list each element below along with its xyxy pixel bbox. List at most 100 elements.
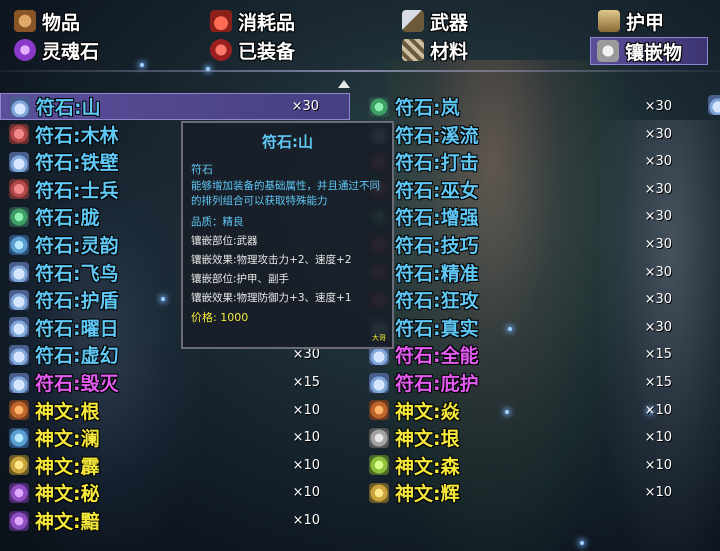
tab-soul-stones[interactable]: 灵魂石 xyxy=(14,37,99,63)
item-row[interactable]: 符石:狂攻 ×30 xyxy=(360,286,700,313)
tooltip-price-value: 1000 xyxy=(220,311,249,324)
item-row[interactable]: 符石:精准 ×30 xyxy=(360,259,700,286)
item-row[interactable]: 符石:全能 ×15 xyxy=(360,341,700,368)
item-name: 符石:胧 xyxy=(35,207,100,230)
item-row[interactable]: 符石:毁灭 ×15 xyxy=(0,369,350,396)
item-name: 符石:山 xyxy=(36,97,101,119)
rune-icon xyxy=(369,482,389,503)
tab-label: 材料 xyxy=(430,40,469,63)
rune-icon xyxy=(9,151,29,172)
item-row[interactable]: 符石:打击 ×30 xyxy=(360,148,700,175)
item-count: ×30 xyxy=(644,209,672,225)
item-row[interactable]: 神文:焱 ×10 xyxy=(360,397,700,424)
item-row[interactable]: 符石:岚 ×30 xyxy=(360,93,700,120)
item-name: 神文:黯 xyxy=(35,511,100,533)
item-row[interactable]: 神文:秘 ×10 xyxy=(0,479,350,506)
rune-icon xyxy=(9,344,29,365)
item-name: 神文:垠 xyxy=(395,428,460,451)
tab-label: 灵魂石 xyxy=(42,40,100,63)
tab-materials[interactable]: 材料 xyxy=(402,37,468,63)
item-name: 符石:士兵 xyxy=(35,179,119,202)
item-row[interactable]: 符石:山 ×30 xyxy=(0,93,350,120)
item-row[interactable]: 符石:庇护 ×15 xyxy=(360,369,700,396)
rune-icon xyxy=(9,400,29,421)
third-column-item-icon xyxy=(708,95,720,115)
item-count: ×15 xyxy=(644,347,672,363)
item-name: 神文:焱 xyxy=(395,400,460,423)
armor-icon xyxy=(598,10,620,32)
soul-stone-icon xyxy=(14,39,36,61)
tab-armor[interactable]: 护甲 xyxy=(598,8,664,34)
item-name: 符石:岚 xyxy=(395,97,460,119)
rune-icon xyxy=(9,482,29,503)
rune-icon xyxy=(9,317,29,338)
item-name: 符石:精准 xyxy=(395,262,479,285)
item-count: ×10 xyxy=(292,430,320,446)
item-count: ×10 xyxy=(292,485,320,501)
item-count: ×30 xyxy=(644,292,672,308)
item-name: 符石:全能 xyxy=(395,345,479,368)
tooltip-quality: 品质：精良 xyxy=(191,215,384,230)
item-row[interactable]: 符石:技巧 ×30 xyxy=(360,231,700,258)
rune-icon xyxy=(9,455,29,476)
tab-consumables[interactable]: 消耗品 xyxy=(210,8,295,34)
item-name: 符石:曜日 xyxy=(35,317,119,340)
item-row[interactable]: 神文:澜 ×10 xyxy=(0,424,350,451)
item-name: 符石:狂攻 xyxy=(395,290,479,313)
item-row[interactable]: 神文:根 ×10 xyxy=(0,397,350,424)
rune-icon xyxy=(9,206,29,227)
item-count: ×10 xyxy=(644,402,672,418)
item-row[interactable]: 神文:黯 ×10 xyxy=(0,507,350,534)
tab-label: 护甲 xyxy=(626,11,665,34)
tooltip-effect: 镶嵌效果:物理防御力+3、速度+1 xyxy=(191,292,352,304)
tooltip-effect: 镶嵌效果:物理攻击力+2、速度+2 xyxy=(191,254,352,266)
tab-items[interactable]: 物品 xyxy=(14,8,80,34)
item-row[interactable]: 神文:辉 ×10 xyxy=(360,479,700,506)
rune-icon xyxy=(369,96,389,117)
item-row[interactable]: 符石:巫女 ×30 xyxy=(360,176,700,203)
tooltip-slot: 镶嵌部位:护甲、副手 xyxy=(191,273,290,285)
item-count: ×30 xyxy=(644,181,672,197)
item-row[interactable]: 符石:真实 ×30 xyxy=(360,314,700,341)
item-name: 神文:森 xyxy=(395,455,460,478)
tooltip-category: 符石 xyxy=(191,163,213,176)
potion-icon xyxy=(210,10,232,32)
item-count: ×30 xyxy=(644,99,672,114)
tab-weapons[interactable]: 武器 xyxy=(402,8,468,34)
item-count: ×30 xyxy=(644,126,672,142)
item-count: ×30 xyxy=(291,99,319,114)
item-name: 符石:技巧 xyxy=(395,235,479,257)
item-name: 符石:虚幻 xyxy=(35,345,119,368)
item-count: ×10 xyxy=(292,457,320,473)
item-row[interactable]: 神文:霹 ×10 xyxy=(0,452,350,479)
equipped-icon xyxy=(210,39,232,61)
tab-label: 武器 xyxy=(430,11,469,34)
sparkle-icon xyxy=(580,541,584,545)
tooltip-title: 符石:山 xyxy=(262,133,313,151)
item-name: 符石:毁灭 xyxy=(35,373,119,395)
tooltip-stamp: 大哥 xyxy=(372,334,386,342)
rune-icon xyxy=(9,510,29,531)
tooltip-slot: 镶嵌部位:武器 xyxy=(191,235,258,247)
rune-icon xyxy=(9,372,29,393)
item-name: 符石:巫女 xyxy=(395,179,479,202)
sword-icon xyxy=(402,10,424,32)
item-row[interactable]: 符石:溪流 ×30 xyxy=(360,121,700,148)
tab-inlays[interactable]: 镶嵌物 xyxy=(590,37,708,65)
tab-equipped[interactable]: 已装备 xyxy=(210,37,295,63)
item-tooltip: 符石:山 符石 能够增加装备的基础属性，并且通过不同的排列组合可以获取特殊能力 … xyxy=(181,121,394,349)
inlay-icon xyxy=(597,40,619,62)
item-name: 神文:秘 xyxy=(35,483,100,506)
item-row[interactable]: 神文:森 ×10 xyxy=(360,452,700,479)
item-count: ×10 xyxy=(292,513,320,528)
tab-label: 物品 xyxy=(42,11,81,34)
item-name: 神文:根 xyxy=(35,400,100,423)
item-count: ×10 xyxy=(644,485,672,501)
tab-label: 消耗品 xyxy=(238,11,296,34)
item-name: 符石:庇护 xyxy=(395,373,479,395)
item-row[interactable]: 神文:垠 ×10 xyxy=(360,424,700,451)
scroll-up-icon[interactable] xyxy=(338,80,350,88)
item-row[interactable]: 符石:增强 ×30 xyxy=(360,203,700,230)
item-count: ×15 xyxy=(292,375,320,390)
item-name: 神文:澜 xyxy=(35,428,100,451)
